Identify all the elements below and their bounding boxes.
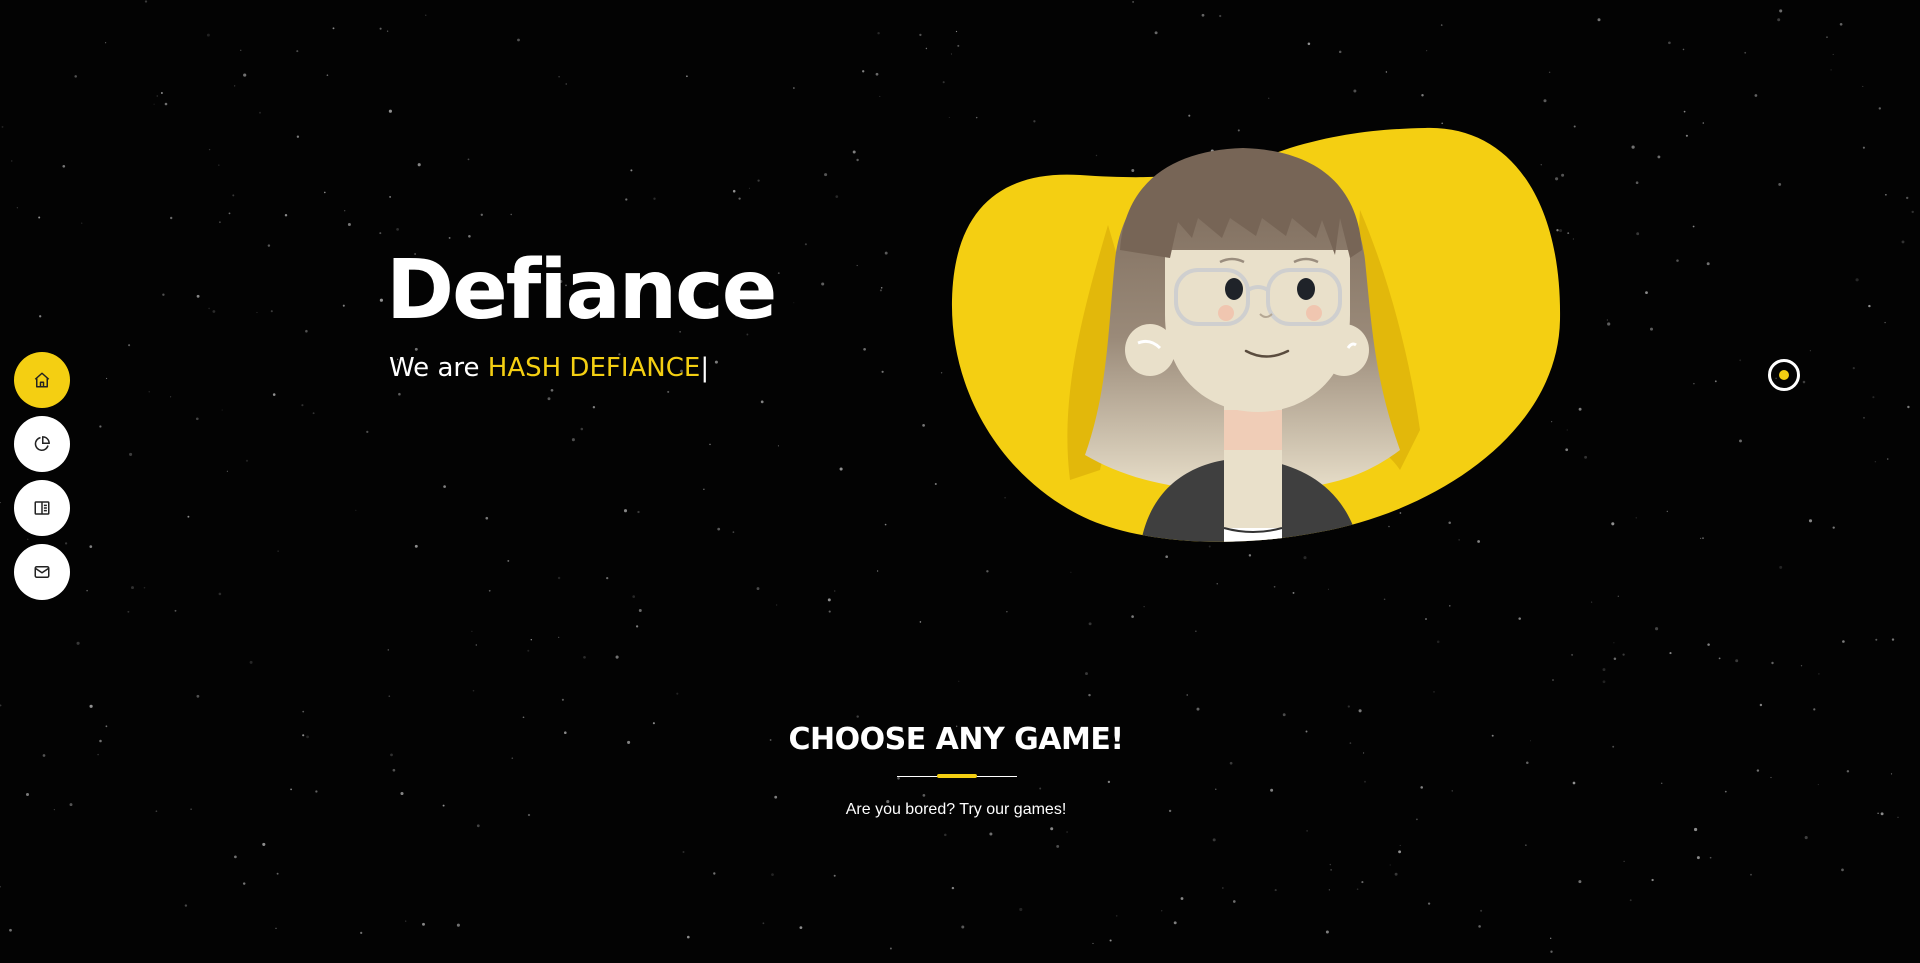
hero-subtitle-highlight: HASH DEFIANCE [487,353,701,383]
nav-contact-button[interactable] [14,544,70,600]
games-section-title: CHOOSE ANY GAME! [788,722,1124,757]
typing-caret: | [700,353,710,383]
slide-indicator-dot[interactable] [1768,359,1800,391]
hero-subtitle-prefix: We are [389,353,488,383]
page: Defiance We are HASH DEFIANCE| CHOOSE AN… [0,0,1920,963]
section-divider-accent [937,774,977,778]
slide-indicator-active [1779,370,1789,380]
games-section-subtitle: Are you bored? Try our games! [845,801,1067,818]
section-divider [897,774,1017,778]
nav-stats-button[interactable] [14,416,70,472]
home-icon [34,372,50,388]
nav-home-button[interactable] [14,352,70,408]
nav-book-button[interactable] [14,480,70,536]
avatar-illustration [940,120,1570,560]
book-icon [34,501,50,515]
hero-subtitle: We are HASH DEFIANCE| [389,353,709,383]
pie-chart-icon [34,436,50,451]
side-nav [14,352,72,608]
hero-title: Defiance [386,243,777,338]
mail-icon [34,566,50,578]
